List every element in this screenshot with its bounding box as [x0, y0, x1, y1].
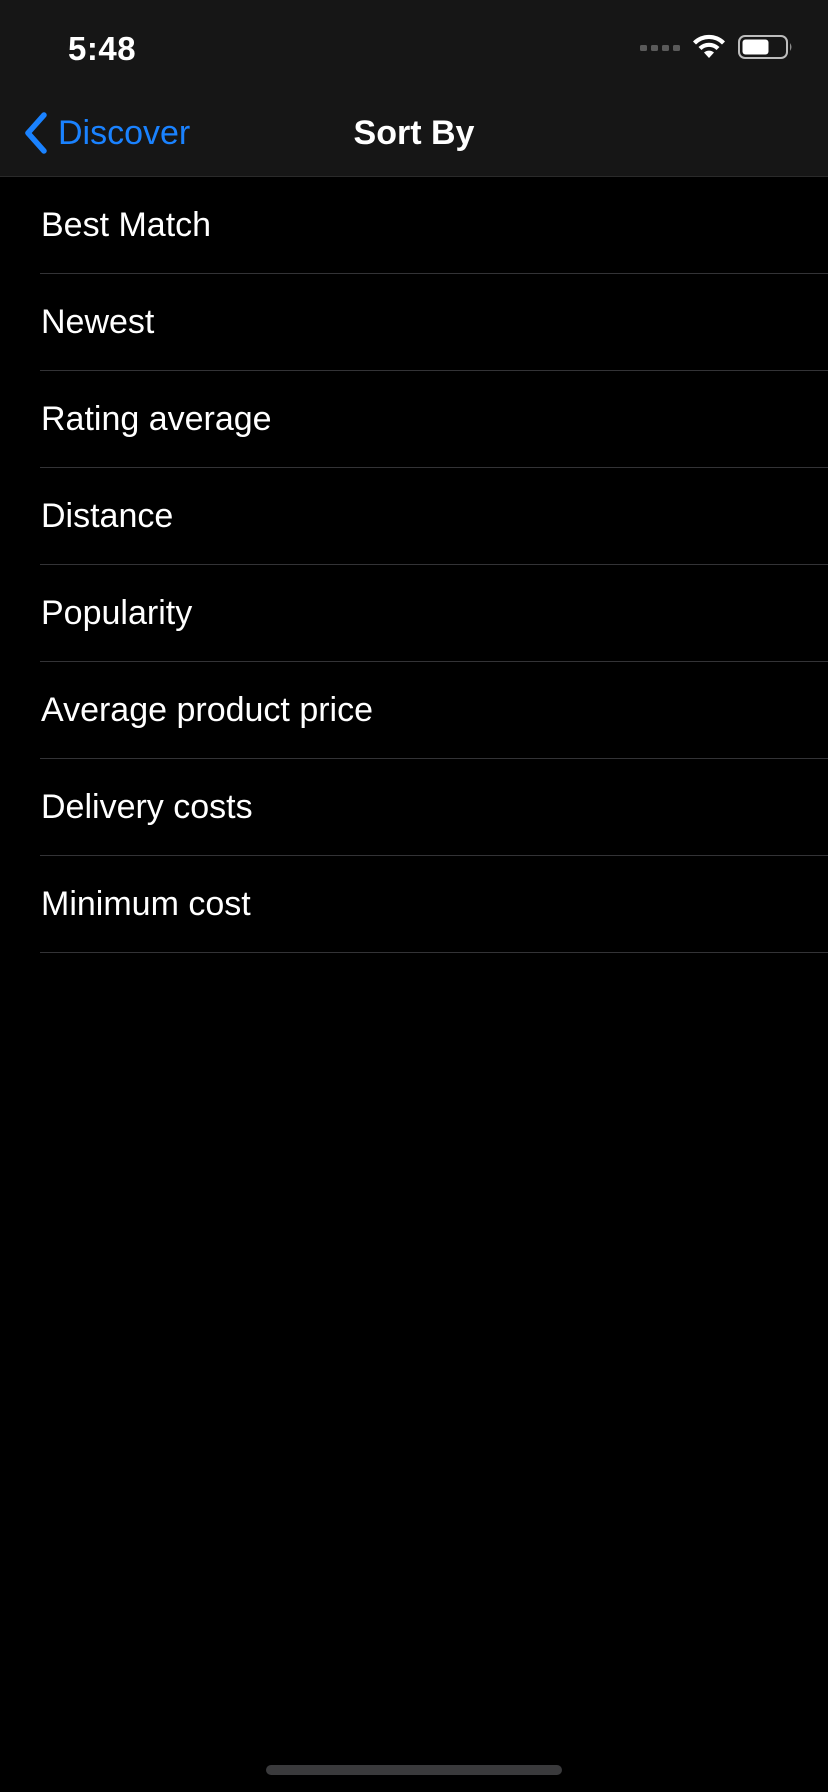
- sort-option-label: Distance: [41, 497, 174, 535]
- sort-option-newest[interactable]: Newest: [0, 274, 828, 371]
- status-bar: 5:48: [0, 0, 828, 90]
- sort-option-average-product-price[interactable]: Average product price: [0, 662, 828, 759]
- status-icons: [640, 34, 794, 60]
- signal-icon: [640, 45, 680, 51]
- status-time: 5:48: [68, 30, 137, 67]
- sort-option-popularity[interactable]: Popularity: [0, 565, 828, 662]
- wifi-icon: [693, 34, 725, 58]
- sort-option-delivery-costs[interactable]: Delivery costs: [0, 759, 828, 856]
- sort-option-label: Average product price: [41, 691, 374, 729]
- sort-option-label: Rating average: [41, 400, 272, 438]
- home-indicator[interactable]: [266, 1765, 562, 1775]
- sort-option-label: Newest: [41, 303, 155, 341]
- sort-option-label: Minimum cost: [41, 885, 251, 923]
- sort-option-label: Delivery costs: [41, 788, 253, 826]
- battery-icon: [738, 35, 792, 59]
- sort-option-label: Popularity: [41, 594, 193, 632]
- sort-option-rating-average[interactable]: Rating average: [0, 371, 828, 468]
- sort-option-best-match[interactable]: Best Match: [0, 177, 828, 274]
- sort-option-label: Best Match: [41, 206, 212, 244]
- sort-option-minimum-cost[interactable]: Minimum cost: [0, 856, 828, 953]
- page-title: Sort By: [353, 114, 475, 152]
- navigation-bar: Discover Sort By: [0, 90, 828, 177]
- sort-option-distance[interactable]: Distance: [0, 468, 828, 565]
- sort-options-list: Best Match Newest Rating average Distanc…: [0, 177, 828, 953]
